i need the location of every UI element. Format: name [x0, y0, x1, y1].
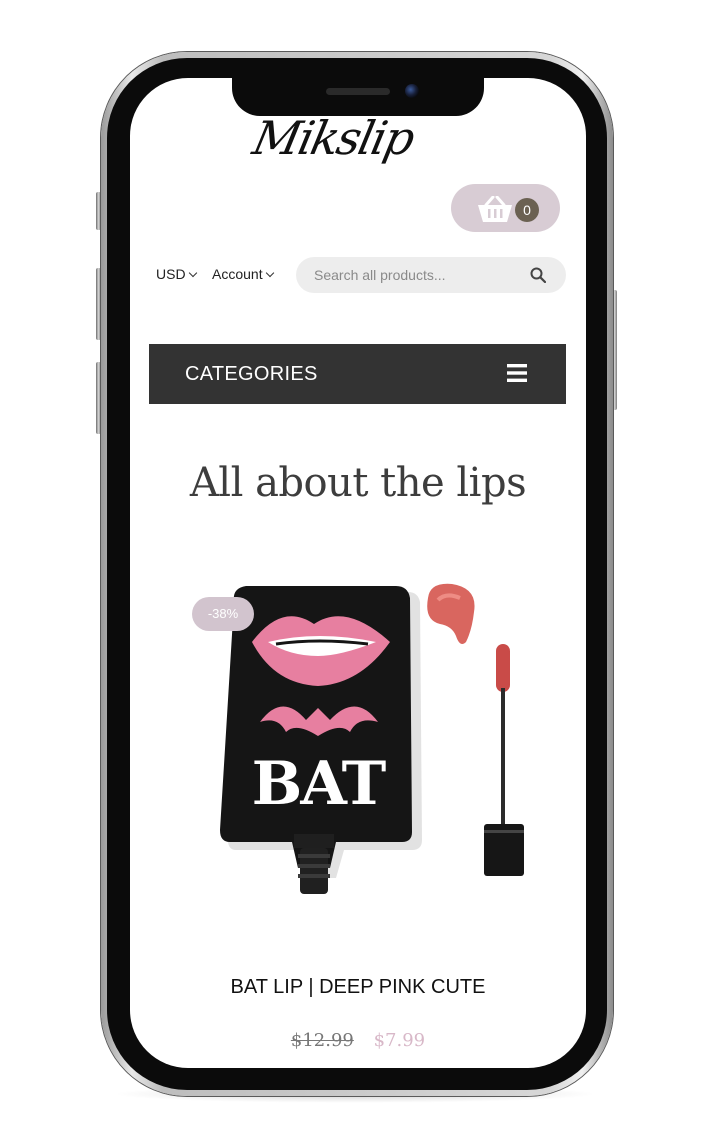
product-title[interactable]: BAT LIP | DEEP PINK CUTE [150, 976, 566, 999]
hamburger-menu-icon[interactable] [507, 364, 527, 382]
account-label: Account [212, 266, 263, 282]
basket-icon[interactable] [476, 196, 514, 224]
svg-text:BAT: BAT [252, 749, 387, 819]
discount-badge: -38% [192, 597, 254, 631]
currency-label: USD [156, 266, 186, 282]
account-menu[interactable]: Account [212, 266, 274, 282]
currency-selector[interactable]: USD [156, 266, 197, 282]
search-input[interactable] [314, 257, 524, 293]
earpiece-speaker [326, 88, 390, 95]
chevron-down-icon [265, 268, 274, 278]
section-title: All about the lips [189, 460, 527, 506]
search-icon[interactable] [530, 267, 546, 283]
sale-price: $7.99 [373, 1030, 426, 1051]
chevron-down-icon [188, 268, 197, 278]
front-camera [405, 84, 419, 98]
store-logo[interactable]: Mikslip [247, 104, 451, 172]
search-bar[interactable] [296, 257, 566, 293]
categories-label: CATEGORIES [185, 363, 318, 385]
original-price: $12.99 [290, 1030, 354, 1051]
cart-count-badge: 0 [515, 198, 539, 222]
product-price: $12.99 $7.99 [150, 1030, 566, 1051]
categories-bar[interactable]: CATEGORIES [149, 344, 566, 404]
